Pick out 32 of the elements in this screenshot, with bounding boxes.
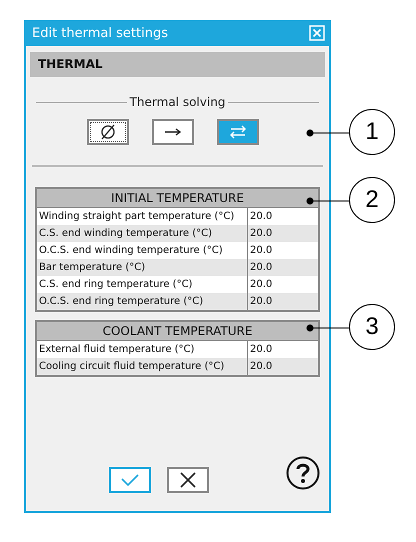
table-cell: C.S. end winding temperature (°C) bbox=[37, 225, 248, 242]
ok-button[interactable] bbox=[109, 467, 151, 493]
leader-line bbox=[306, 197, 350, 205]
callout-number: 1 bbox=[349, 109, 395, 155]
callout-number: 3 bbox=[349, 304, 395, 350]
leader-line bbox=[306, 129, 350, 137]
value-cell[interactable]: 20.0 bbox=[248, 259, 318, 276]
help-icon[interactable] bbox=[286, 456, 320, 490]
table-header: COOLANT TEMPERATURE bbox=[37, 322, 318, 341]
value-cell[interactable]: 20.0 bbox=[248, 208, 318, 225]
value-cell[interactable]: 20.0 bbox=[248, 358, 318, 375]
table-header: INITIAL TEMPERATURE bbox=[37, 189, 318, 208]
close-icon bbox=[179, 472, 197, 488]
group-label: Thermal solving bbox=[130, 95, 226, 109]
value-cell[interactable]: 20.0 bbox=[248, 276, 318, 293]
table-cell: Cooling circuit fluid temperature (°C) bbox=[37, 358, 248, 375]
section-header: THERMAL bbox=[30, 52, 325, 77]
value-cell[interactable]: 20.0 bbox=[248, 341, 318, 358]
window-title: Edit thermal settings bbox=[32, 26, 168, 40]
leader-line bbox=[306, 324, 350, 332]
table-cell: O.C.S. end ring temperature (°C) bbox=[37, 293, 248, 310]
cancel-button[interactable] bbox=[167, 467, 209, 493]
arrow-button[interactable] bbox=[152, 119, 194, 145]
table-cell: Bar temperature (°C) bbox=[37, 259, 248, 276]
swap-arrows-button[interactable] bbox=[216, 119, 258, 145]
value-cell[interactable]: 20.0 bbox=[248, 293, 318, 310]
checkmark-icon bbox=[119, 472, 141, 488]
close-icon[interactable] bbox=[309, 25, 325, 41]
value-cell[interactable]: 20.0 bbox=[248, 225, 318, 242]
empty-set-button[interactable] bbox=[86, 119, 128, 145]
value-cell[interactable]: 20.0 bbox=[248, 242, 318, 259]
callout-number: 2 bbox=[349, 177, 395, 223]
